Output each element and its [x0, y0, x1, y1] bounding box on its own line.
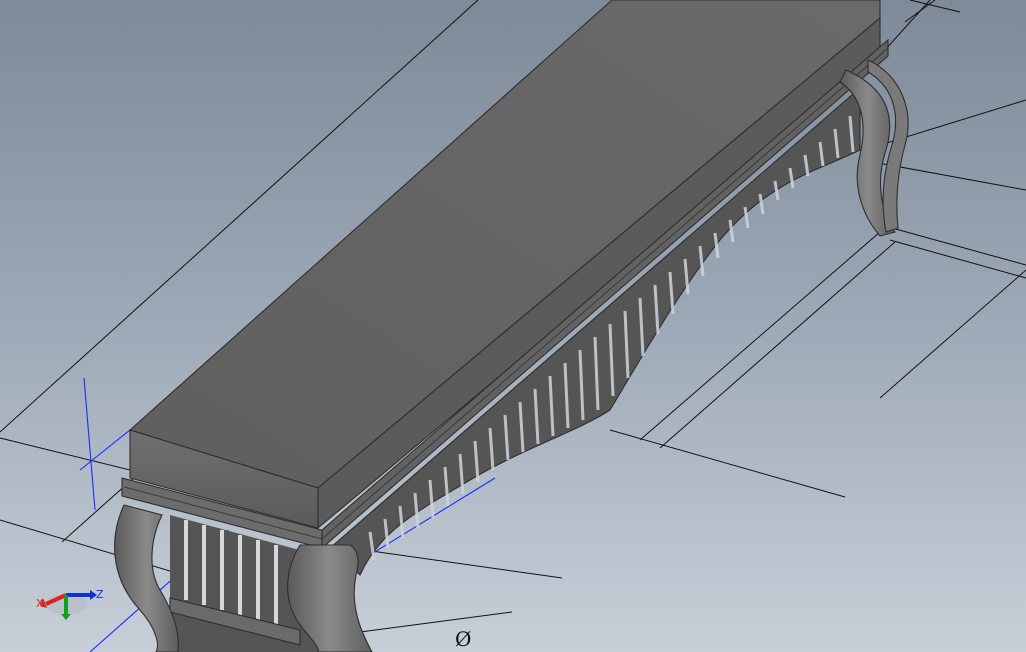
cad-viewport[interactable]: Ø Z X — [0, 0, 1026, 652]
bench-model[interactable] — [114, 0, 909, 652]
triad-z-label: Z — [96, 588, 104, 601]
leg-front-left — [114, 504, 179, 652]
diameter-symbol: Ø — [455, 627, 471, 651]
model-canvas[interactable]: Ø Z X — [0, 0, 1026, 652]
triad-x-label: X — [36, 597, 44, 610]
coordinate-triad[interactable]: Z X — [36, 588, 104, 620]
